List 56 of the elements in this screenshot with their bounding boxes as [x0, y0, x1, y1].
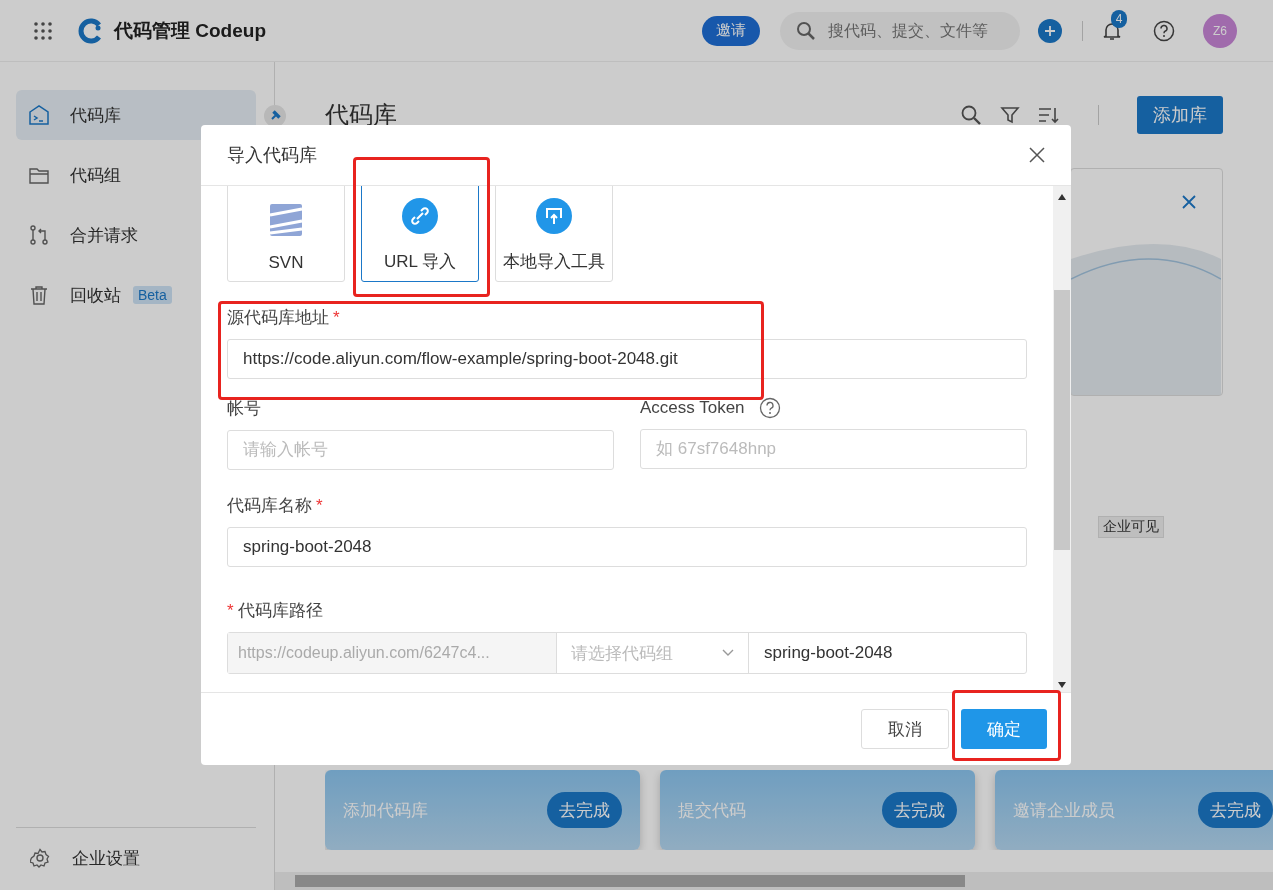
- invite-button[interactable]: 邀请: [702, 15, 760, 46]
- close-icon[interactable]: [1029, 147, 1045, 163]
- merge-icon: [28, 224, 50, 246]
- task-label: 添加代码库: [343, 799, 428, 822]
- search-icon[interactable]: [960, 104, 982, 126]
- required-mark: *: [227, 600, 234, 621]
- token-input[interactable]: 如 67sf7648hnp: [640, 429, 1027, 469]
- svn-icon: [269, 203, 303, 237]
- visibility-tag: 企业可见: [1098, 516, 1164, 538]
- complete-button[interactable]: 去完成: [882, 792, 957, 828]
- horizontal-scrollbar[interactable]: [275, 872, 1273, 890]
- close-icon[interactable]: [1181, 194, 1197, 210]
- logo-icon: [78, 17, 104, 44]
- terminal-icon: [28, 104, 50, 126]
- field-label: 帐号: [227, 398, 261, 420]
- help-icon[interactable]: [1153, 19, 1175, 42]
- add-button[interactable]: [1038, 18, 1062, 43]
- settings-icon: [30, 848, 50, 868]
- field-label: 代码库路径: [237, 600, 323, 622]
- account-input[interactable]: 请输入帐号: [227, 430, 614, 470]
- notification-badge: 4: [1111, 9, 1127, 28]
- add-repo-button[interactable]: 添加库: [1137, 96, 1223, 134]
- url-input[interactable]: https://code.aliyun.com/flow-example/spring-boot-2048.git: [227, 339, 1027, 379]
- scroll-up-icon[interactable]: [1058, 194, 1066, 200]
- upload-icon: [536, 198, 572, 234]
- required-mark: *: [333, 307, 340, 328]
- settings-item[interactable]: 企业设置: [16, 827, 256, 888]
- app-title: 代码管理 Codeup: [114, 18, 266, 43]
- page-title: 代码库: [325, 100, 397, 130]
- sidebar-item[interactable]: 代码库: [16, 90, 256, 140]
- search-icon: [796, 20, 816, 41]
- dialog-title: 导入代码库: [227, 144, 317, 167]
- sort-icon[interactable]: [1038, 105, 1060, 125]
- task-label: 提交代码: [678, 799, 746, 822]
- apps-grid-icon[interactable]: [34, 21, 52, 40]
- task-label: 邀请企业成员: [1013, 799, 1115, 822]
- source-option[interactable]: SVN: [227, 186, 345, 282]
- required-mark: *: [316, 495, 323, 516]
- plus-icon: [1044, 24, 1056, 37]
- name-input[interactable]: spring-boot-2048: [227, 527, 1027, 567]
- beta-badge: Beta: [133, 286, 172, 304]
- field-label: Access Token: [640, 398, 745, 418]
- source-option[interactable]: 本地导入工具: [495, 186, 613, 282]
- cancel-button[interactable]: 取消: [861, 709, 949, 749]
- search-field[interactable]: 搜代码、提交、文件等: [780, 11, 1020, 50]
- source-option[interactable]: URL 导入: [361, 186, 479, 282]
- vertical-scrollbar[interactable]: [1053, 186, 1071, 692]
- scroll-down-icon[interactable]: [1058, 682, 1066, 688]
- filter-icon[interactable]: [1000, 105, 1020, 125]
- field-label: 源代码库地址: [227, 307, 329, 329]
- complete-button[interactable]: 去完成: [1198, 792, 1273, 828]
- help-icon[interactable]: [758, 397, 781, 419]
- link-icon: [402, 198, 438, 234]
- field-label: 代码库名称: [227, 495, 312, 517]
- trash-icon: [28, 284, 50, 306]
- complete-button[interactable]: 去完成: [547, 792, 622, 828]
